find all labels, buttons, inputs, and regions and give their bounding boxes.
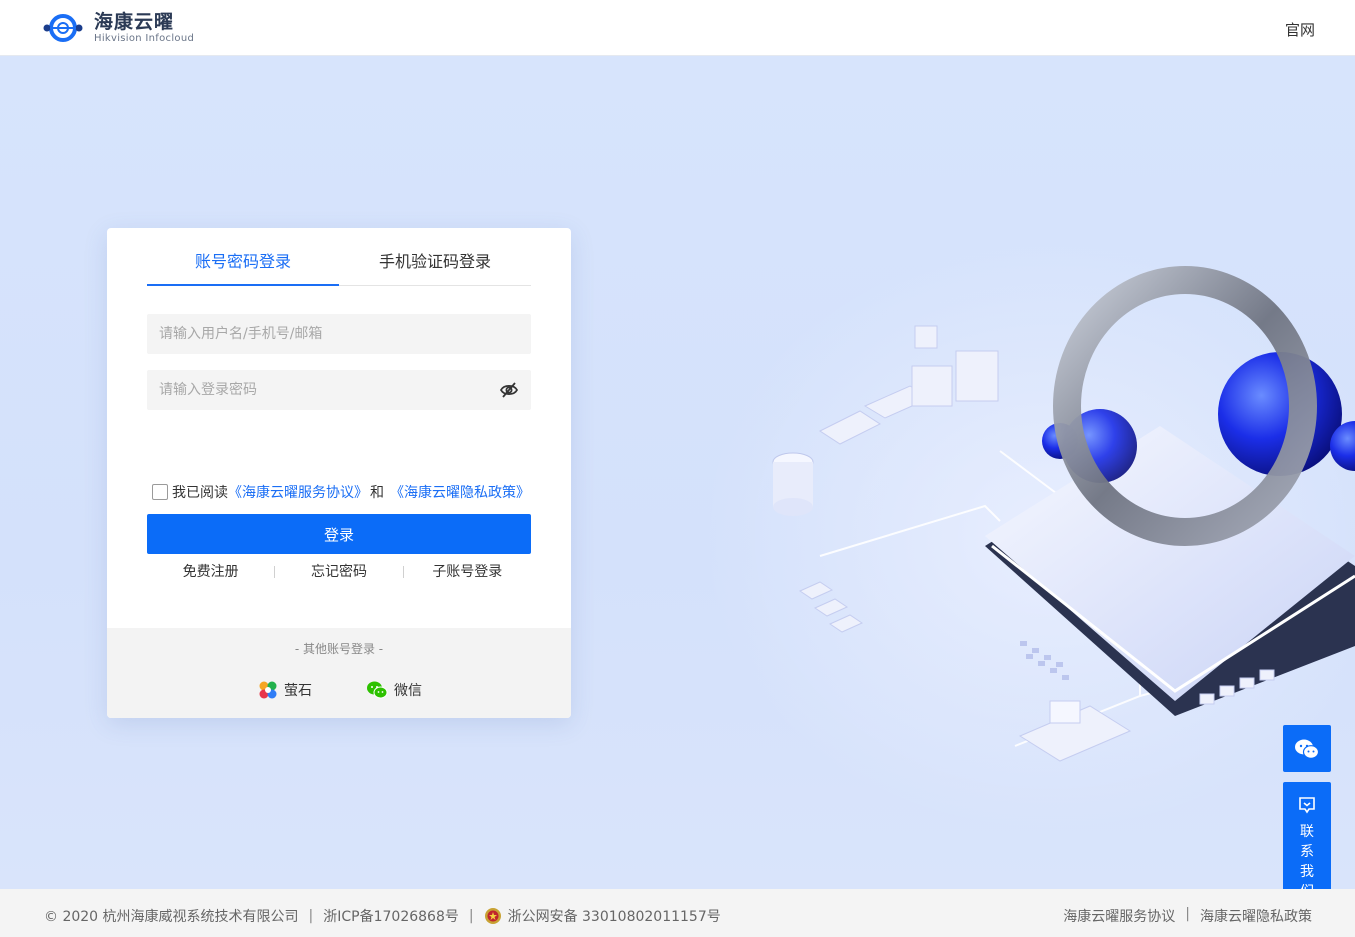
other-login-section: - 其他账号登录 - 萤石 微信 bbox=[107, 628, 571, 718]
ezviz-icon bbox=[259, 681, 277, 699]
wechat-icon bbox=[367, 681, 388, 699]
hero-illustration bbox=[772, 266, 1355, 762]
icp-link[interactable]: 浙ICP备17026868号 bbox=[323, 906, 459, 926]
privacy-policy-link[interactable]: 《海康云曜隐私政策》 bbox=[390, 482, 530, 502]
sub-account-login-link[interactable]: 子账号登录 bbox=[404, 562, 531, 582]
username-field bbox=[147, 314, 531, 354]
brand-name-en: Hikvision Infocloud bbox=[94, 33, 195, 44]
other-login-title: - 其他账号登录 - bbox=[294, 642, 384, 656]
secondary-links: 免费注册 忘记密码 子账号登录 bbox=[147, 562, 531, 582]
login-tabs: 账号密码登录 手机验证码登录 bbox=[147, 242, 531, 286]
contact-char: 我 bbox=[1300, 864, 1314, 880]
footer-divider: | bbox=[1185, 906, 1190, 922]
copyright-text: © 2020 杭州海康威视系统技术有限公司 bbox=[44, 909, 299, 925]
footer-service-agreement-link[interactable]: 海康云曜服务协议 bbox=[1063, 906, 1175, 926]
footer-divider: | bbox=[308, 908, 314, 924]
tab-account-password[interactable]: 账号密码登录 bbox=[147, 242, 339, 286]
ezviz-label: 萤石 bbox=[284, 683, 312, 699]
contact-char: 系 bbox=[1300, 844, 1314, 860]
wechat-icon bbox=[1295, 739, 1320, 759]
footer-privacy-policy-link[interactable]: 海康云曜隐私政策 bbox=[1200, 906, 1312, 926]
login-button[interactable]: 登录 bbox=[147, 514, 531, 554]
police-badge-icon bbox=[484, 908, 501, 924]
password-input[interactable] bbox=[147, 370, 531, 410]
brand-logo[interactable]: 海康云曜 Hikvision Infocloud bbox=[42, 11, 194, 45]
footer-divider: | bbox=[468, 908, 474, 924]
wechat-login[interactable]: 微信 bbox=[366, 680, 422, 700]
police-record-link[interactable]: 浙公网安备 33010802011157号 bbox=[508, 906, 721, 926]
forgot-password-link[interactable]: 忘记密码 bbox=[275, 562, 402, 582]
top-header: 海康云曜 Hikvision Infocloud 官网 bbox=[0, 0, 1355, 56]
agreement-prefix: 我已阅读 bbox=[172, 485, 228, 501]
eye-off-icon[interactable] bbox=[499, 381, 519, 399]
tab-sms-code[interactable]: 手机验证码登录 bbox=[339, 242, 531, 285]
contact-char: 联 bbox=[1300, 824, 1314, 840]
service-agreement-link[interactable]: 《海康云曜服务协议》 bbox=[228, 482, 368, 502]
ezviz-login[interactable]: 萤石 bbox=[258, 680, 312, 700]
message-icon bbox=[1299, 797, 1315, 814]
agreement-checkbox[interactable] bbox=[152, 484, 168, 500]
floating-wechat-button[interactable] bbox=[1283, 725, 1331, 772]
password-field bbox=[147, 370, 531, 410]
page-footer: © 2020 杭州海康威视系统技术有限公司 | 浙ICP备17026868号 |… bbox=[0, 889, 1355, 937]
agreement-row: 我已阅读 《海康云曜服务协议》 和 《海康云曜隐私政策》 bbox=[152, 482, 530, 502]
username-input[interactable] bbox=[147, 314, 531, 354]
brand-name: 海康云曜 bbox=[94, 11, 175, 33]
official-site-link[interactable]: 官网 bbox=[1285, 19, 1315, 40]
login-card: 账号密码登录 手机验证码登录 我已阅读 《海康云曜服务协议》 和 《海康云曜隐私… bbox=[107, 228, 571, 718]
logo-icon bbox=[43, 14, 83, 42]
wechat-label: 微信 bbox=[394, 683, 422, 699]
register-link[interactable]: 免费注册 bbox=[147, 562, 274, 582]
agreement-and: 和 bbox=[370, 485, 384, 501]
